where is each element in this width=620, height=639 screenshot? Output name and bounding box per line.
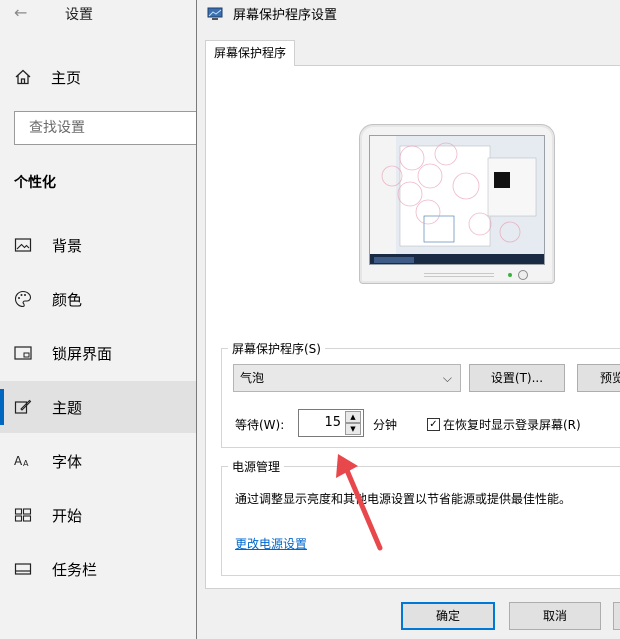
- screensaver-dialog: 屏幕保护程序设置 屏幕保护程序 屏幕保护程序(S) 气泡 ⌵ 设置(T)... …: [196, 0, 620, 639]
- home-label: 主页: [51, 68, 82, 87]
- dialog-titlebar: 屏幕保护程序设置: [207, 4, 337, 23]
- cancel-button[interactable]: 取消: [509, 602, 601, 630]
- minutes-label: 分钟: [373, 418, 398, 432]
- section-title: 个性化: [14, 175, 56, 191]
- palette-icon: [12, 290, 34, 308]
- preview-button[interactable]: 预览: [577, 364, 620, 392]
- dialog-title: 屏幕保护程序设置: [233, 8, 338, 23]
- svg-text:A: A: [14, 454, 23, 468]
- wait-label: 等待(W):: [235, 418, 285, 432]
- power-group-title: 电源管理: [228, 458, 285, 475]
- start-icon: [12, 506, 34, 524]
- nav-item-label: 任务栏: [52, 560, 98, 579]
- screensaver-group-title: 屏幕保护程序(S): [228, 340, 325, 357]
- wait-minutes-stepper[interactable]: 15 ▲ ▼: [298, 409, 364, 437]
- nav-item-lock-screen[interactable]: 锁屏界面: [0, 327, 196, 379]
- monitor-preview: [359, 124, 555, 284]
- resume-checkbox-row[interactable]: ✓ 在恢复时显示登录屏幕(R): [427, 416, 581, 433]
- power-button-icon: [518, 270, 528, 280]
- nav-item-label: 主题: [52, 398, 83, 417]
- nav-item-label: 字体: [52, 452, 83, 471]
- wait-value: 15: [324, 415, 341, 430]
- nav-item-colors[interactable]: 颜色: [0, 273, 196, 325]
- monitor-grill: [424, 273, 494, 277]
- selection-indicator: [0, 389, 4, 425]
- lock-screen-icon: [12, 344, 34, 362]
- theme-icon: [12, 398, 34, 416]
- settings-window: ← 设置 主页 个性化 背景 颜色 锁屏界面 主题 AA: [0, 0, 204, 639]
- settings-title: 设置: [65, 7, 93, 23]
- taskbar-icon: [12, 560, 34, 578]
- ok-button[interactable]: 确定: [401, 602, 495, 630]
- resume-checkbox[interactable]: ✓: [427, 418, 440, 431]
- spin-down-icon[interactable]: ▼: [345, 423, 361, 435]
- image-icon: [12, 236, 34, 254]
- power-group: 电源管理: [221, 458, 620, 576]
- screensaver-icon: [207, 7, 223, 20]
- nav-item-background[interactable]: 背景: [0, 219, 196, 271]
- search-box[interactable]: [14, 111, 204, 145]
- screensaver-group: 屏幕保护程序(S): [221, 340, 620, 448]
- preview-screen: [369, 135, 545, 265]
- tab-screensaver[interactable]: 屏幕保护程序: [205, 40, 296, 66]
- chevron-down-icon: ⌵: [442, 371, 452, 385]
- home-icon: [15, 69, 31, 85]
- nav-item-themes[interactable]: 主题: [0, 381, 196, 433]
- preview-image: [370, 136, 544, 264]
- apply-button[interactable]: [613, 602, 620, 630]
- nav-item-label: 颜色: [52, 290, 83, 309]
- change-power-settings-link[interactable]: 更改电源设置: [235, 535, 307, 552]
- screensaver-selected-value: 气泡: [240, 371, 265, 385]
- font-icon: AA: [12, 452, 34, 470]
- annotation-arrow-icon: [336, 454, 383, 551]
- nav-item-label: 锁屏界面: [52, 344, 113, 363]
- nav-item-start[interactable]: 开始: [0, 489, 196, 541]
- nav-item-label: 背景: [52, 236, 83, 255]
- nav-item-label: 开始: [52, 506, 83, 525]
- settings-button[interactable]: 设置(T)...: [469, 364, 565, 392]
- search-input[interactable]: [15, 112, 203, 144]
- nav-item-taskbar[interactable]: 任务栏: [0, 543, 196, 595]
- screensaver-select[interactable]: 气泡 ⌵: [233, 364, 461, 392]
- power-description: 通过调整显示亮度和其他电源设置以节省能源或提供最佳性能。: [235, 492, 572, 506]
- home-nav-item[interactable]: 主页: [14, 66, 81, 88]
- resume-checkbox-label: 在恢复时显示登录屏幕(R): [443, 418, 581, 432]
- back-arrow-icon[interactable]: ←: [14, 3, 27, 22]
- nav-item-fonts[interactable]: AA 字体: [0, 435, 196, 487]
- power-led: [508, 273, 512, 277]
- svg-text:A: A: [23, 459, 29, 468]
- spin-up-icon[interactable]: ▲: [345, 411, 361, 423]
